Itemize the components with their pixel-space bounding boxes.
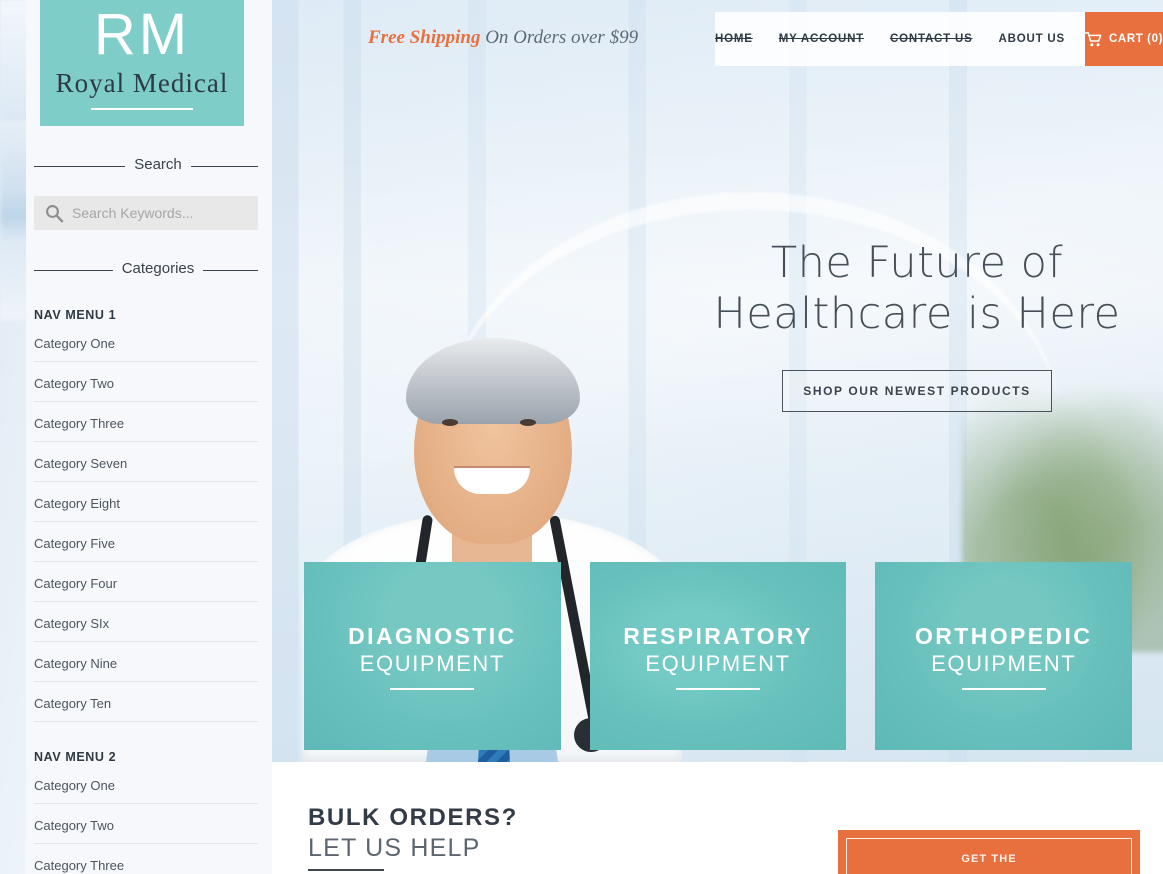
logo-underline bbox=[91, 108, 193, 110]
site-logo[interactable]: RM Royal Medical bbox=[40, 0, 244, 126]
shop-newest-products-button[interactable]: SHOP OUR NEWEST PRODUCTS bbox=[782, 370, 1052, 412]
list-item[interactable]: Category SIx bbox=[34, 602, 258, 642]
search-divider-label: Search bbox=[34, 156, 258, 173]
doctor-hair bbox=[406, 338, 580, 424]
nav-link-home[interactable]: HOME bbox=[715, 33, 753, 45]
hero-banner: The Future of Healthcare is Here SHOP OU… bbox=[272, 0, 1163, 762]
category-tile-orthopedic[interactable]: ORTHOPEDIC EQUIPMENT bbox=[875, 562, 1133, 750]
bulk-orders-copy: BULK ORDERS? LET US HELP bbox=[308, 804, 518, 871]
cart-button[interactable]: CART (0) bbox=[1084, 12, 1163, 66]
free-shipping-detail: On Orders over $99 bbox=[485, 27, 639, 48]
tile-subtitle: EQUIPMENT bbox=[931, 651, 1077, 676]
page-title: The Future of Healthcare is Here bbox=[702, 238, 1132, 340]
royal-treatment-inner-border: GET THE ROYAL TREATMENT bbox=[846, 838, 1132, 874]
nav-link-contact-us[interactable]: CONTACT US bbox=[890, 33, 973, 45]
bulk-orders-subtitle: LET US HELP bbox=[308, 834, 481, 862]
list-item[interactable]: Category Three bbox=[34, 402, 258, 442]
nav-group-heading-2: NAV MENU 2 bbox=[34, 750, 117, 764]
search-box[interactable] bbox=[34, 196, 258, 230]
hero-title-line-2: Healthcare is Here bbox=[713, 289, 1121, 339]
shopping-cart-icon bbox=[1084, 31, 1103, 47]
primary-navigation: HOME MY ACCOUNT CONTACT US ABOUT US CART… bbox=[715, 12, 1163, 66]
nav-link-about-us[interactable]: ABOUT US bbox=[999, 33, 1065, 45]
categories-divider-label: Categories bbox=[34, 260, 258, 277]
royal-treatment-kicker: GET THE bbox=[961, 853, 1017, 865]
list-item[interactable]: Category Four bbox=[34, 562, 258, 602]
bulk-orders-title: BULK ORDERS? bbox=[308, 804, 518, 831]
bulk-orders-underline bbox=[308, 869, 384, 871]
tile-title: DIAGNOSTIC bbox=[348, 623, 517, 649]
tile-title: RESPIRATORY bbox=[623, 623, 813, 649]
royal-treatment-promo[interactable]: GET THE ROYAL TREATMENT bbox=[838, 830, 1140, 874]
tile-subtitle: EQUIPMENT bbox=[359, 651, 505, 676]
category-tile-diagnostic[interactable]: DIAGNOSTIC EQUIPMENT bbox=[304, 562, 561, 750]
category-navigation: NAV MENU 1 Category One Category Two Cat… bbox=[26, 308, 272, 874]
list-item[interactable]: Category Nine bbox=[34, 642, 258, 682]
list-item[interactable]: Category Five bbox=[34, 522, 258, 562]
cart-label: CART (0) bbox=[1109, 33, 1163, 45]
search-icon bbox=[44, 203, 64, 223]
doctor-eye-left bbox=[442, 419, 458, 426]
categories-section-divider: Categories bbox=[34, 260, 258, 280]
list-item[interactable]: Category Ten bbox=[34, 682, 258, 722]
list-item[interactable]: Category Three bbox=[34, 844, 258, 874]
list-item[interactable]: Category Two bbox=[34, 362, 258, 402]
list-item[interactable]: Category Two bbox=[34, 804, 258, 844]
logo-monogram: RM bbox=[93, 2, 191, 67]
category-tiles: DIAGNOSTIC EQUIPMENT RESPIRATORY EQUIPME… bbox=[304, 562, 1133, 750]
top-bar: Free Shipping On Orders over $99 HOME MY… bbox=[272, 0, 1163, 74]
tile-underline bbox=[676, 688, 760, 690]
list-item[interactable]: Category Seven bbox=[34, 442, 258, 482]
hero-copy: The Future of Healthcare is Here SHOP OU… bbox=[702, 238, 1132, 412]
bulk-orders-section: BULK ORDERS? LET US HELP GET THE ROYAL T… bbox=[272, 762, 1163, 874]
category-tile-respiratory[interactable]: RESPIRATORY EQUIPMENT bbox=[589, 562, 847, 750]
free-shipping-promo: Free Shipping On Orders over $99 bbox=[368, 27, 638, 49]
logo-wordmark: Royal Medical bbox=[55, 68, 229, 98]
list-item[interactable]: Category One bbox=[34, 322, 258, 362]
page-root: RM Royal Medical Search Categories NAV M… bbox=[0, 0, 1163, 874]
tile-underline bbox=[390, 688, 475, 690]
tile-title: ORTHOPEDIC bbox=[915, 623, 1093, 649]
search-input[interactable] bbox=[72, 205, 253, 221]
list-item[interactable]: Category One bbox=[34, 764, 258, 804]
list-item[interactable]: Category Eight bbox=[34, 482, 258, 522]
nav-link-my-account[interactable]: MY ACCOUNT bbox=[779, 33, 864, 45]
nav-group-heading-1: NAV MENU 1 bbox=[34, 308, 117, 322]
nav-link-group: HOME MY ACCOUNT CONTACT US ABOUT US bbox=[715, 12, 1085, 66]
main-content: The Future of Healthcare is Here SHOP OU… bbox=[272, 0, 1163, 874]
search-section-divider: Search bbox=[34, 156, 258, 176]
category-list-2: Category One Category Two Category Three bbox=[34, 764, 258, 874]
free-shipping-label: Free Shipping bbox=[368, 27, 481, 48]
hero-title-line-1: The Future of bbox=[770, 238, 1064, 288]
tile-subtitle: EQUIPMENT bbox=[645, 651, 791, 676]
tile-underline bbox=[961, 688, 1046, 690]
sidebar: RM Royal Medical Search Categories NAV M… bbox=[26, 0, 272, 874]
doctor-eye-right bbox=[520, 419, 536, 426]
category-list-1: Category One Category Two Category Three… bbox=[34, 322, 258, 722]
